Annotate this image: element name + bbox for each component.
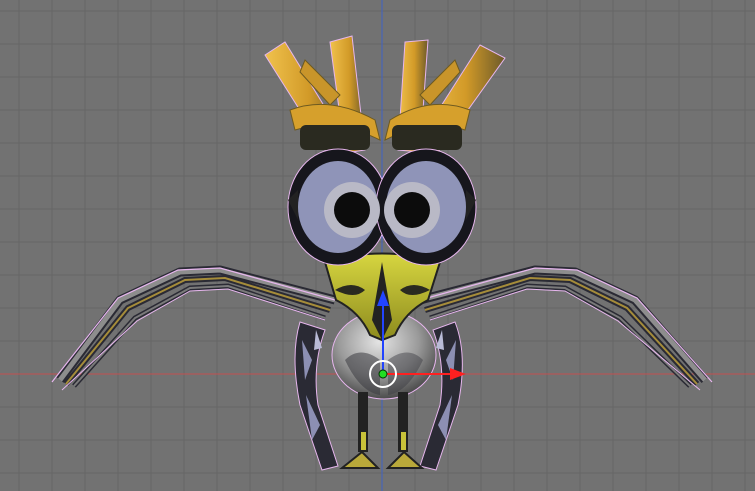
viewport-grid (0, 0, 755, 491)
right-pupil (394, 192, 430, 228)
viewport-canvas (0, 0, 755, 491)
antlers[interactable] (264, 35, 506, 154)
left-wing[interactable] (51, 265, 337, 391)
object-origin[interactable] (378, 369, 388, 379)
3d-viewport[interactable] (0, 0, 755, 491)
left-pupil (334, 192, 370, 228)
left-claw-arm[interactable] (294, 321, 339, 471)
right-wing[interactable] (418, 265, 713, 391)
